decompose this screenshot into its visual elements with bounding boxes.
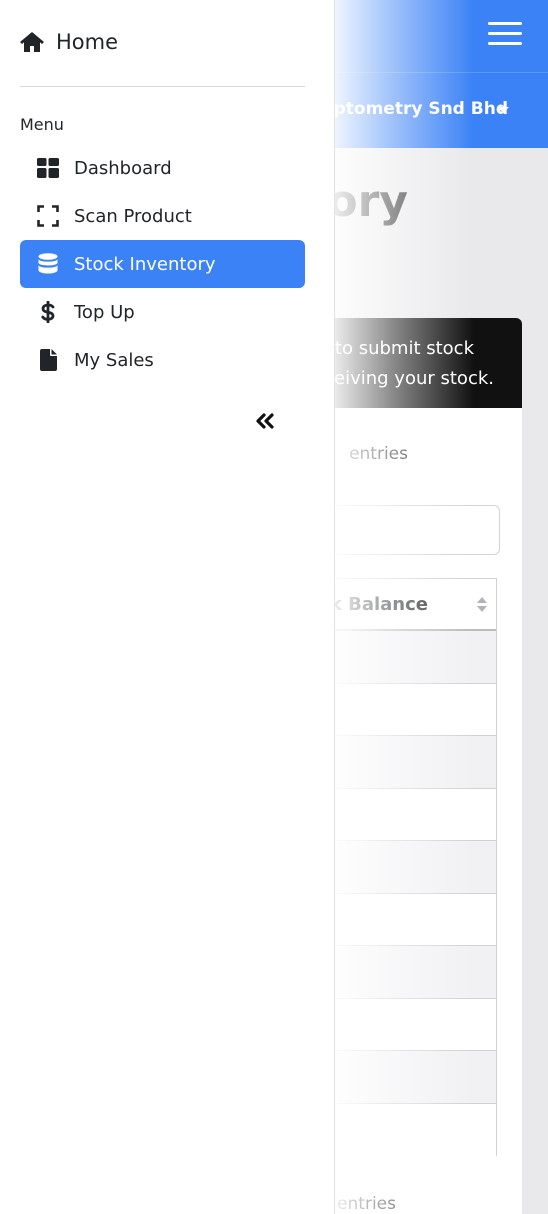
notice-text-line2: eiving your stock.	[334, 368, 494, 389]
sidebar-drawer: Home Menu Dashboard Scan Product Stock I…	[0, 0, 335, 1214]
sidebar-item-my-sales[interactable]: My Sales	[20, 336, 305, 384]
sidebar-item-label: Top Up	[74, 301, 135, 323]
notice-text-line1: to submit stock	[334, 338, 474, 359]
sidebar-home-link[interactable]: Home	[20, 26, 118, 58]
collapse-sidebar-button[interactable]	[254, 410, 276, 432]
database-icon	[37, 253, 59, 275]
sidebar-item-dashboard[interactable]: Dashboard	[20, 144, 305, 192]
divider	[20, 86, 305, 87]
sidebar-item-label: Dashboard	[74, 157, 172, 179]
scan-icon	[37, 205, 59, 227]
caret-down-icon[interactable]	[497, 107, 509, 113]
dashboard-icon	[37, 157, 59, 179]
menu-section-label: Menu	[20, 115, 64, 134]
home-label: Home	[56, 30, 119, 54]
column-header-label: ck Balance	[319, 594, 428, 615]
file-icon	[37, 349, 59, 371]
entries-selector-label: entries	[349, 444, 408, 464]
sort-down-icon	[477, 606, 487, 612]
sidebar-item-label: Scan Product	[74, 205, 192, 227]
dollar-icon	[37, 301, 59, 323]
sidebar-item-label: Stock Inventory	[74, 253, 216, 275]
company-dropdown[interactable]: Optometry Snd Bhd	[319, 99, 508, 119]
entries-info: entries	[337, 1194, 396, 1214]
sidebar-item-stock-inventory[interactable]: Stock Inventory	[20, 240, 305, 288]
sort-up-icon	[477, 597, 487, 603]
double-chevron-left-icon	[256, 413, 274, 429]
sidebar-item-scan-product[interactable]: Scan Product	[20, 192, 305, 240]
sidebar-item-label: My Sales	[74, 349, 154, 371]
sidebar-item-top-up[interactable]: Top Up	[20, 288, 305, 336]
home-icon	[20, 32, 44, 52]
hamburger-menu-icon[interactable]	[488, 20, 524, 48]
